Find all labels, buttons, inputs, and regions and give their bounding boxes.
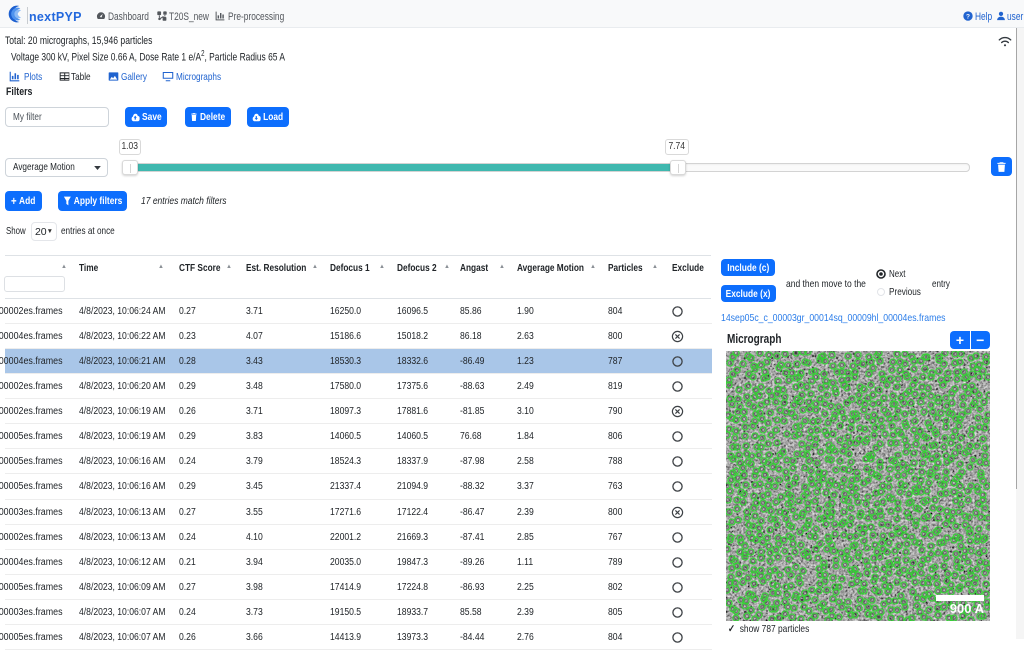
svg-text:?: ?	[966, 14, 970, 21]
svg-text:900 A: 900 A	[950, 601, 985, 616]
